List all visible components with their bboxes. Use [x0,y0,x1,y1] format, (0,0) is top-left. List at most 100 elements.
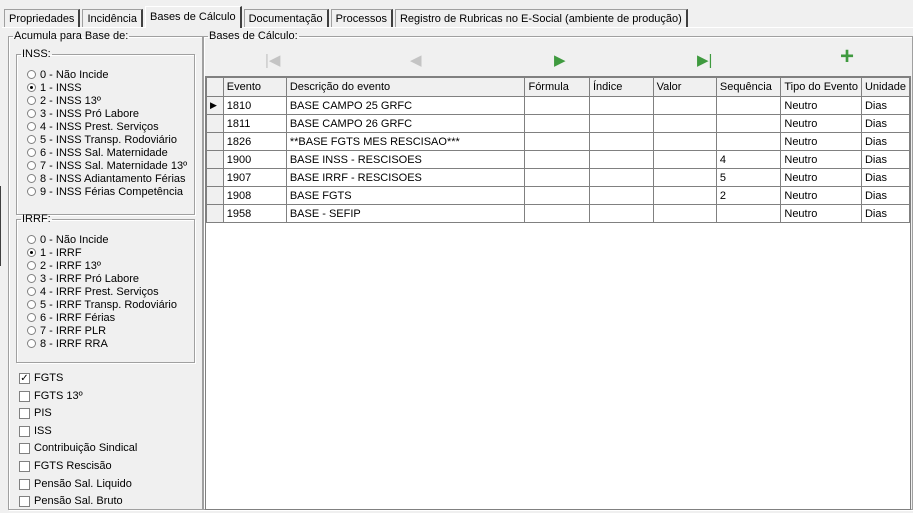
irrf-option-6[interactable]: 6 - IRRF Férias [27,312,177,325]
inss-option-3[interactable]: 3 - INSS Pró Labore [27,108,187,121]
radio-icon[interactable] [27,174,36,183]
radio-icon[interactable] [27,109,36,118]
cell-evento[interactable]: 1907 [222,168,287,187]
irrf-option-4[interactable]: 4 - IRRF Prest. Serviços [27,286,177,299]
cell-descricao[interactable]: BASE FGTS [285,186,526,205]
cell-evento[interactable]: 1810 [222,96,287,115]
checkbox-icon[interactable] [19,496,30,508]
cell-tipo[interactable]: Neutro [780,96,862,115]
cell-tipo[interactable]: Neutro [780,204,862,223]
cell-sequencia[interactable] [715,114,782,133]
radio-icon[interactable] [27,313,36,322]
row-indicator[interactable] [206,114,224,133]
checkbox-3[interactable]: ISS [19,425,137,443]
cell-evento[interactable]: 1908 [222,186,287,205]
cell-formula[interactable] [524,114,590,133]
cell-sequencia[interactable]: 4 [715,150,782,169]
checkbox-icon[interactable] [19,460,30,472]
cell-sequencia[interactable] [715,96,782,115]
bases-grid[interactable]: Evento Descrição do evento Fórmula Índic… [205,76,911,510]
irrf-option-7[interactable]: 7 - IRRF PLR [27,325,177,338]
col-sequencia[interactable]: Sequência [715,77,782,97]
cell-tipo[interactable]: Neutro [780,168,862,187]
checkbox-2[interactable]: PIS [19,407,137,425]
cell-tipo[interactable]: Neutro [780,114,862,133]
inss-option-5[interactable]: 5 - INSS Transp. Rodoviário [27,134,187,147]
radio-icon[interactable] [27,70,36,79]
inss-option-2[interactable]: 2 - INSS 13º [27,95,187,108]
cell-indice[interactable] [588,168,654,187]
cell-valor[interactable] [652,132,717,151]
col-tipo-evento[interactable]: Tipo do Evento [780,77,862,97]
tab-bases-de-calculo[interactable]: Bases de Cálculo [144,6,242,28]
cell-unidade[interactable]: Dias [860,150,910,169]
last-record-icon[interactable]: ▶| [697,53,712,69]
checkbox-icon[interactable] [19,408,30,420]
checkbox-5[interactable]: FGTS Rescisão [19,460,137,478]
table-row[interactable]: 1908 BASE FGTS 2 Neutro Dias [206,186,910,205]
cell-evento[interactable]: 1811 [222,114,287,133]
cell-formula[interactable] [524,96,590,115]
row-indicator[interactable] [206,132,224,151]
table-row[interactable]: 1907 BASE IRRF - RESCISOES 5 Neutro Dias [206,168,910,187]
first-record-icon[interactable]: |◀ [265,53,280,69]
radio-icon[interactable] [27,187,36,196]
table-row[interactable]: ▶ 1810 BASE CAMPO 25 GRFC Neutro Dias [206,96,910,115]
inss-option-8[interactable]: 8 - INSS Adiantamento Férias [27,173,187,186]
cell-evento[interactable]: 1900 [222,150,287,169]
col-evento[interactable]: Evento [222,77,287,97]
inss-option-1[interactable]: 1 - INSS [27,82,187,95]
checkbox-7[interactable]: Pensão Sal. Bruto [19,495,137,513]
cell-unidade[interactable]: Dias [860,168,910,187]
cell-formula[interactable] [524,150,590,169]
irrf-option-8[interactable]: 8 - IRRF RRA [27,338,177,351]
inss-option-9[interactable]: 9 - INSS Férias Competência [27,186,187,199]
cell-formula[interactable] [524,168,590,187]
table-row[interactable]: 1958 BASE - SEFIP Neutro Dias [206,204,910,223]
cell-unidade[interactable]: Dias [860,132,910,151]
checkbox-icon[interactable] [19,443,30,455]
radio-icon[interactable] [27,274,36,283]
radio-icon[interactable] [27,300,36,309]
add-record-icon[interactable]: + [840,45,854,69]
inss-option-0[interactable]: 0 - Não Incide [27,69,187,82]
col-formula[interactable]: Fórmula [524,77,590,97]
row-indicator[interactable] [206,186,224,205]
cell-sequencia[interactable] [715,132,782,151]
tab-documentacao[interactable]: Documentação [243,9,329,28]
cell-descricao[interactable]: **BASE FGTS MES RESCISAO*** [285,132,526,151]
radio-icon[interactable] [27,135,36,144]
cell-sequencia[interactable] [715,204,782,223]
tab-registro-esocial[interactable]: Registro de Rubricas no E-Social (ambien… [394,9,688,28]
table-row[interactable]: 1900 BASE INSS - RESCISOES 4 Neutro Dias [206,150,910,169]
checkbox-4[interactable]: Contribuição Sindical [19,442,137,460]
cell-sequencia[interactable]: 2 [715,186,782,205]
table-row[interactable]: 1811 BASE CAMPO 26 GRFC Neutro Dias [206,114,910,133]
tab-incidencia[interactable]: Incidência [82,9,143,28]
inss-option-7[interactable]: 7 - INSS Sal. Maternidade 13º [27,160,187,173]
inss-option-6[interactable]: 6 - INSS Sal. Maternidade [27,147,187,160]
checkbox-0[interactable]: ✓ FGTS [19,372,137,390]
cell-tipo[interactable]: Neutro [780,186,862,205]
cell-sequencia[interactable]: 5 [715,168,782,187]
irrf-option-2[interactable]: 2 - IRRF 13º [27,260,177,273]
cell-valor[interactable] [652,204,717,223]
radio-icon[interactable] [27,122,36,131]
cell-valor[interactable] [652,114,717,133]
cell-descricao[interactable]: BASE CAMPO 26 GRFC [285,114,526,133]
cell-formula[interactable] [524,186,590,205]
cell-unidade[interactable]: Dias [860,114,910,133]
row-indicator[interactable] [206,168,224,187]
tab-propriedades[interactable]: Propriedades [4,9,81,28]
cell-tipo[interactable]: Neutro [780,132,862,151]
radio-icon[interactable] [27,148,36,157]
col-unidade[interactable]: Unidade [860,77,910,97]
cell-unidade[interactable]: Dias [860,186,910,205]
radio-icon[interactable] [27,83,36,92]
checkbox-icon[interactable] [19,425,30,437]
checkbox-icon[interactable]: ✓ [19,373,30,384]
cell-formula[interactable] [524,204,590,223]
tab-processos[interactable]: Processos [330,9,393,28]
cell-indice[interactable] [588,96,654,115]
col-descricao[interactable]: Descrição do evento [285,77,526,97]
